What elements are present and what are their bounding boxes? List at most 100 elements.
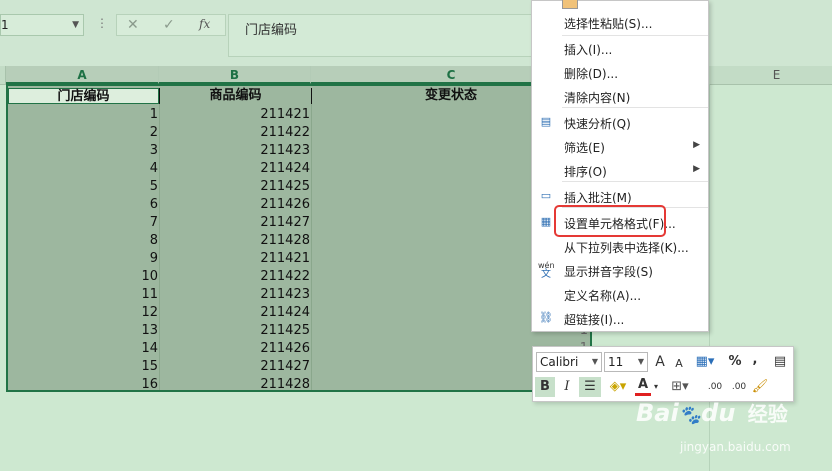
cell-product-code[interactable]: 211427 xyxy=(162,358,310,376)
cancel-icon[interactable]: ✕ xyxy=(127,17,139,33)
selected-range[interactable]: 门店编码 商品编码 变更状态 1 211421 2 211422 3 211423 4 211… xyxy=(6,84,592,392)
cell-store-code[interactable]: 6 xyxy=(10,196,158,214)
bold-button[interactable]: B xyxy=(535,377,555,397)
format-grid-icon[interactable]: ▤ xyxy=(771,352,789,372)
cell-product-code[interactable]: 211424 xyxy=(162,160,310,178)
menu-separator xyxy=(562,35,708,36)
cell-product-code[interactable]: 211425 xyxy=(162,178,310,196)
context-menu-item[interactable]: ⛓ 超链接(I)... xyxy=(532,307,708,331)
cell-store-code[interactable]: 3 xyxy=(10,142,158,160)
font-color-icon[interactable]: A xyxy=(635,377,651,396)
font-size-select[interactable]: 11 ▼ xyxy=(604,352,648,372)
italic-button[interactable]: I xyxy=(558,377,576,397)
cell-product-code[interactable]: 211421 xyxy=(162,250,310,268)
enter-icon[interactable]: ✓ xyxy=(163,17,175,33)
context-menu-item[interactable]: 清除内容(N) xyxy=(532,85,708,109)
drag-handle-icon[interactable]: ⋮ xyxy=(96,16,108,30)
highlight-box xyxy=(554,205,666,237)
shrink-font-icon[interactable]: A xyxy=(672,354,686,374)
table-row[interactable]: 1 211421 xyxy=(10,106,588,124)
cell-store-code[interactable]: 9 xyxy=(10,250,158,268)
cell-store-code[interactable]: 8 xyxy=(10,232,158,250)
cell-store-code[interactable]: 12 xyxy=(10,304,158,322)
cell-store-code[interactable]: 14 xyxy=(10,340,158,358)
header-cell-product-code[interactable]: 商品编码 xyxy=(159,88,311,104)
table-row[interactable]: 11 211423 xyxy=(10,286,588,304)
table-row[interactable]: 4 211424 xyxy=(10,160,588,178)
table-row[interactable]: 10 211422 xyxy=(10,268,588,286)
cell-store-code[interactable]: 2 xyxy=(10,124,158,142)
cell-product-code[interactable]: 211424 xyxy=(162,304,310,322)
percent-style-icon[interactable]: % xyxy=(726,352,744,372)
table-row[interactable]: 6 211426 xyxy=(10,196,588,214)
table-row[interactable]: 3 211423 xyxy=(10,142,588,160)
font-name-select[interactable]: Calibri ▼ xyxy=(536,352,602,372)
context-menu-item-label: 排序(O) xyxy=(564,165,607,179)
increase-decimal-icon[interactable]: .00 xyxy=(703,377,727,397)
cell-store-code[interactable]: 11 xyxy=(10,286,158,304)
table-row[interactable]: 8 211428 xyxy=(10,232,588,250)
comma-style-icon[interactable]: , xyxy=(748,350,762,370)
cell-product-code[interactable]: 211428 xyxy=(162,376,310,394)
context-menu-item-label: 清除内容(N) xyxy=(564,91,631,105)
cell-store-code[interactable]: 4 xyxy=(10,160,158,178)
column-header-e[interactable]: E xyxy=(709,66,832,84)
center-align-icon[interactable]: ☰ xyxy=(579,377,601,397)
table-row[interactable]: 142114261 xyxy=(10,340,588,358)
cell-store-code[interactable]: 13 xyxy=(10,322,158,340)
table-row[interactable]: 9 211421 xyxy=(10,250,588,268)
column-header-b[interactable]: B xyxy=(159,66,311,84)
table-row[interactable]: 152114271 xyxy=(10,358,588,376)
cell-store-code[interactable]: 10 xyxy=(10,268,158,286)
table-row[interactable]: 5 211425 xyxy=(10,178,588,196)
formula-input[interactable]: 门店编码 xyxy=(228,14,532,57)
chevron-down-icon[interactable]: ▼ xyxy=(72,20,79,30)
decrease-decimal-icon[interactable]: .00 xyxy=(727,377,751,397)
cell-product-code[interactable]: 211428 xyxy=(162,232,310,250)
name-box[interactable]: 1 ▼ xyxy=(0,14,84,36)
context-menu-item[interactable]: ▤ 快速分析(Q) xyxy=(532,111,708,135)
cell-store-code[interactable]: 7 xyxy=(10,214,158,232)
context-menu-item[interactable]: 排序(O) ▶ xyxy=(532,159,708,183)
paste-icon xyxy=(562,0,578,9)
cell-product-code[interactable]: 211421 xyxy=(162,106,310,124)
baidu-brand-du: du xyxy=(701,399,736,427)
cell-store-code[interactable]: 16 xyxy=(10,376,158,394)
table-row[interactable]: 2 211422 xyxy=(10,124,588,142)
context-menu-item[interactable]: 定义名称(A)... xyxy=(532,283,708,307)
cell-product-code[interactable]: 211423 xyxy=(162,142,310,160)
accounting-format-icon[interactable]: ▦▾ xyxy=(692,352,718,372)
cell-product-code[interactable]: 211422 xyxy=(162,124,310,142)
context-menu-item[interactable]: 从下拉列表中选择(K)... xyxy=(532,235,708,259)
cell-product-code[interactable]: 211426 xyxy=(162,340,310,358)
header-cell-store-code[interactable]: 门店编码 xyxy=(8,88,159,104)
context-menu-item[interactable]: wén 文显示拼音字段(S) xyxy=(532,259,708,283)
context-menu-item[interactable]: 插入(I)... xyxy=(532,37,708,61)
cell-product-code[interactable]: 211426 xyxy=(162,196,310,214)
cell-product-code[interactable]: 211425 xyxy=(162,322,310,340)
baidu-brand: Bai xyxy=(636,399,679,427)
table-row[interactable]: 162114281 xyxy=(10,376,588,394)
cell-store-code[interactable]: 5 xyxy=(10,178,158,196)
cell-store-code[interactable]: 1 xyxy=(10,106,158,124)
cell-product-code[interactable]: 211423 xyxy=(162,286,310,304)
context-menu-item-label: 快速分析(Q) xyxy=(564,117,631,131)
table-row[interactable]: 12 211424 xyxy=(10,304,588,322)
column-header-a[interactable]: A xyxy=(6,66,159,84)
borders-icon[interactable]: ⊞▾ xyxy=(668,377,692,397)
insert-function-icon[interactable]: fx xyxy=(199,17,210,31)
chevron-down-icon[interactable]: ▾ xyxy=(652,377,660,397)
format-painter-icon[interactable]: 🖌 xyxy=(751,377,769,397)
cell-store-code[interactable]: 15 xyxy=(10,358,158,376)
context-menu-item-label: 超链接(I)... xyxy=(564,313,625,327)
context-menu-item-label: 从下拉列表中选择(K)... xyxy=(564,241,689,255)
context-menu-item[interactable]: 筛选(E) ▶ xyxy=(532,135,708,159)
fill-color-icon[interactable]: ◈▾ xyxy=(605,377,631,397)
table-row[interactable]: 7 211427 xyxy=(10,214,588,232)
context-menu-item[interactable]: 删除(D)... xyxy=(532,61,708,85)
context-menu-item[interactable]: 选择性粘贴(S)... xyxy=(532,11,708,35)
cell-product-code[interactable]: 211427 xyxy=(162,214,310,232)
table-row[interactable]: 132114251 xyxy=(10,322,588,340)
cell-product-code[interactable]: 211422 xyxy=(162,268,310,286)
grow-font-icon[interactable]: A xyxy=(652,352,668,372)
